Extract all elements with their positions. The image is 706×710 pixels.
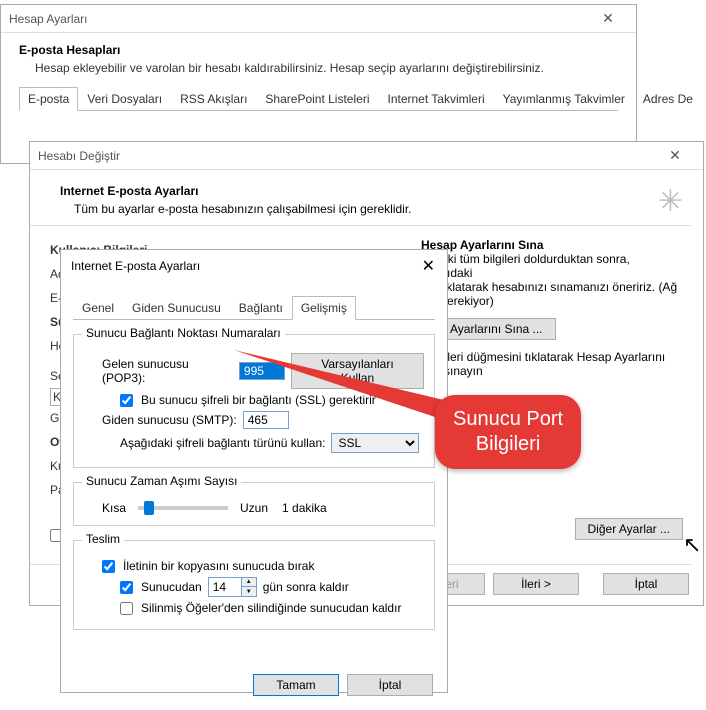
win2-heading: Internet E-posta Ayarları — [60, 184, 658, 198]
timeout-long-label: Uzun — [240, 501, 268, 515]
next-button[interactable]: İleri > — [493, 573, 579, 595]
ok-button[interactable]: Tamam — [253, 674, 339, 696]
test-on-next-label: İleri düğmesini tıklatarak Hesap Ayarlar… — [444, 350, 683, 378]
cancel-button[interactable]: İptal — [347, 674, 433, 696]
tab-adres[interactable]: Adres De — [634, 87, 702, 111]
tab-giden-sunucusu[interactable]: Giden Sunucusu — [123, 296, 230, 320]
leave-copy-label: İletinin bir kopyasını sunucuda bırak — [123, 559, 314, 573]
tab-sharepoint[interactable]: SharePoint Listeleri — [256, 87, 378, 111]
test-desc1: andaki tüm bilgileri doldurduktan sonra,… — [421, 252, 683, 280]
timeout-slider[interactable] — [138, 506, 228, 510]
cancel-button[interactable]: İptal — [603, 573, 689, 595]
enc-label: Aşağıdaki şifreli bağlantı türünü kullan… — [120, 436, 325, 450]
remove-after-days-spinner[interactable]: ▲▼ — [208, 577, 257, 597]
more-settings-button[interactable]: Diğer Ayarlar ... — [575, 518, 683, 540]
callout-bubble: Sunucu Port Bilgileri — [435, 395, 581, 469]
win1-desc: Hesap ekleyebilir ve varolan bir hesabı … — [35, 61, 618, 75]
remove-after-prefix: Sunucudan — [141, 580, 202, 594]
settings-star-icon: ✳ — [658, 184, 683, 219]
win2-desc: Tüm bu ayarlar e-posta hesabınızın çalış… — [74, 202, 658, 216]
win1-tabs: E-posta Veri Dosyaları RSS Akışları Shar… — [19, 87, 618, 111]
spin-up-icon[interactable]: ▲ — [242, 578, 256, 587]
callout-arrow-icon — [234, 340, 464, 430]
close-icon[interactable]: ✕ — [655, 143, 695, 169]
tab-eposta[interactable]: E-posta — [19, 87, 78, 111]
pop3-ssl-checkbox[interactable] — [120, 394, 133, 407]
group-ports-legend: Sunucu Bağlantı Noktası Numaraları — [82, 326, 285, 340]
spin-down-icon[interactable]: ▼ — [242, 587, 256, 596]
remove-after-suffix: gün sonra kaldır — [263, 580, 349, 594]
leave-copy-checkbox[interactable] — [102, 560, 115, 573]
test-desc3: tısı gerekiyor) — [421, 294, 683, 308]
remove-after-checkbox[interactable] — [120, 581, 133, 594]
win1-heading: E-posta Hesapları — [19, 43, 618, 57]
win3-tabs: Genel Giden Sunucusu Bağlantı Gelişmiş — [73, 296, 435, 320]
win1-title: Hesap Ayarları — [9, 12, 88, 26]
win2-titlebar[interactable]: Hesabı Değiştir ✕ — [30, 142, 703, 170]
tab-gelismis[interactable]: Gelişmiş — [292, 296, 356, 320]
smtp-label: Giden sunucusu (SMTP): — [102, 413, 237, 427]
tab-yayimlanmis[interactable]: Yayımlanmış Takvimler — [494, 87, 634, 111]
remove-after-days-input[interactable] — [209, 578, 241, 596]
remove-on-delete-checkbox[interactable] — [120, 602, 133, 615]
tab-genel[interactable]: Genel — [73, 296, 123, 320]
win1-titlebar[interactable]: Hesap Ayarları ✕ — [1, 5, 636, 33]
tab-internet-takvim[interactable]: Internet Takvimleri — [378, 87, 493, 111]
group-timeout-legend: Sunucu Zaman Aşımı Sayısı — [82, 474, 241, 488]
encryption-select[interactable]: SSL — [331, 433, 419, 453]
tab-baglanti[interactable]: Bağlantı — [230, 296, 292, 320]
tab-veri-dosyalari[interactable]: Veri Dosyaları — [78, 87, 171, 111]
remove-on-delete-label: Silinmiş Öğeler'den silindiğinde sunucud… — [141, 601, 401, 615]
account-settings-window: Hesap Ayarları ✕ E-posta Hesapları Hesap… — [0, 4, 637, 164]
tab-rss[interactable]: RSS Akışları — [171, 87, 256, 111]
internet-email-settings-dialog: Internet E-posta Ayarları ✕ Genel Giden … — [60, 249, 448, 693]
pop3-label: Gelen sunucusu (POP3): — [102, 357, 233, 385]
mouse-cursor-icon: ↖ — [683, 532, 701, 558]
test-heading: Hesap Ayarlarını Sına — [421, 238, 683, 252]
test-desc2: eyi tıklatarak hesabınızı sınamanızı öne… — [421, 280, 683, 294]
win2-title: Hesabı Değiştir — [38, 149, 120, 163]
close-icon[interactable]: ✕ — [416, 254, 441, 278]
timeout-short-label: Kısa — [102, 501, 126, 515]
group-delivery-legend: Teslim — [82, 532, 124, 546]
group-timeout: Sunucu Zaman Aşımı Sayısı Kısa Uzun 1 da… — [73, 482, 435, 526]
timeout-value: 1 dakika — [282, 501, 327, 515]
win3-title: Internet E-posta Ayarları — [71, 259, 200, 273]
close-icon[interactable]: ✕ — [588, 6, 628, 32]
group-delivery: Teslim İletinin bir kopyasını sunucuda b… — [73, 540, 435, 630]
